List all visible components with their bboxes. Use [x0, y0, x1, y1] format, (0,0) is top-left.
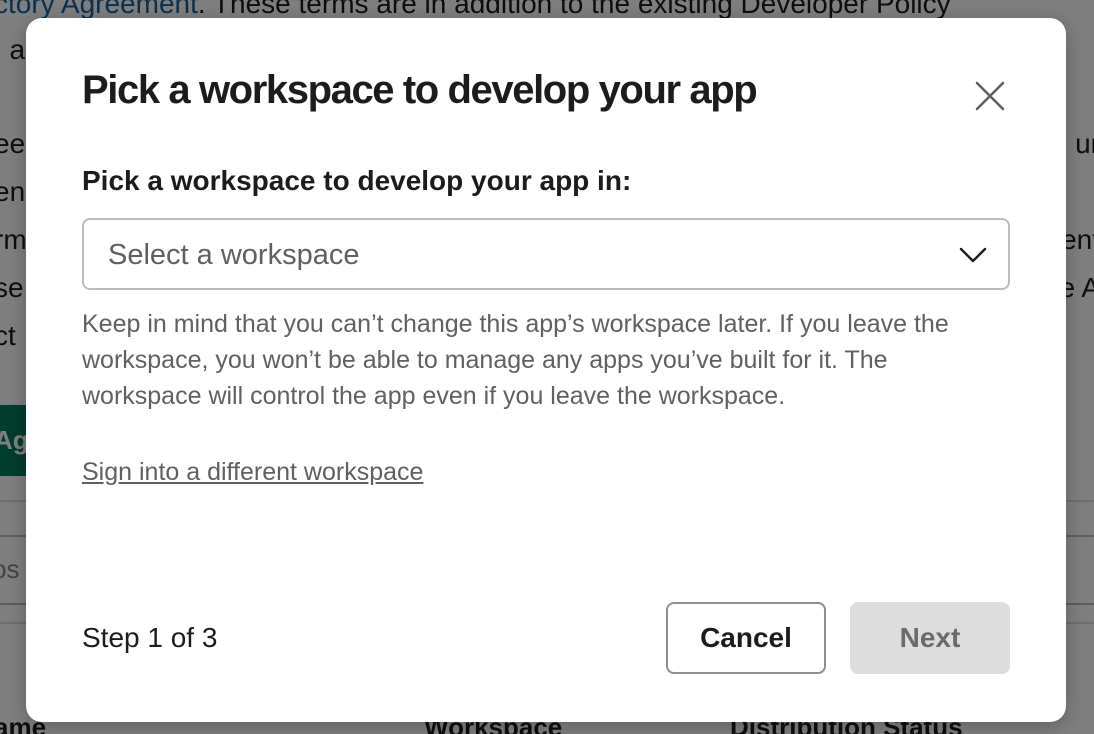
- cancel-button[interactable]: Cancel: [666, 602, 826, 674]
- close-icon: [975, 81, 1005, 111]
- chevron-down-icon: [959, 247, 987, 263]
- workspace-select-placeholder: Select a workspace: [108, 239, 360, 271]
- sign-into-different-workspace-link[interactable]: Sign into a different workspace: [82, 455, 423, 489]
- modal-title: Pick a workspace to develop your app: [82, 68, 758, 112]
- step-indicator: Step 1 of 3: [82, 622, 218, 653]
- next-button[interactable]: Next: [850, 602, 1010, 674]
- workspace-help-text: Keep in mind that you can’t change this …: [82, 310, 949, 410]
- close-button[interactable]: [966, 72, 1014, 120]
- pick-workspace-modal: Pick a workspace to develop your app Pic…: [26, 18, 1066, 722]
- workspace-select[interactable]: Select a workspace: [82, 218, 1010, 290]
- workspace-field-label: Pick a workspace to develop your app in:: [82, 165, 632, 196]
